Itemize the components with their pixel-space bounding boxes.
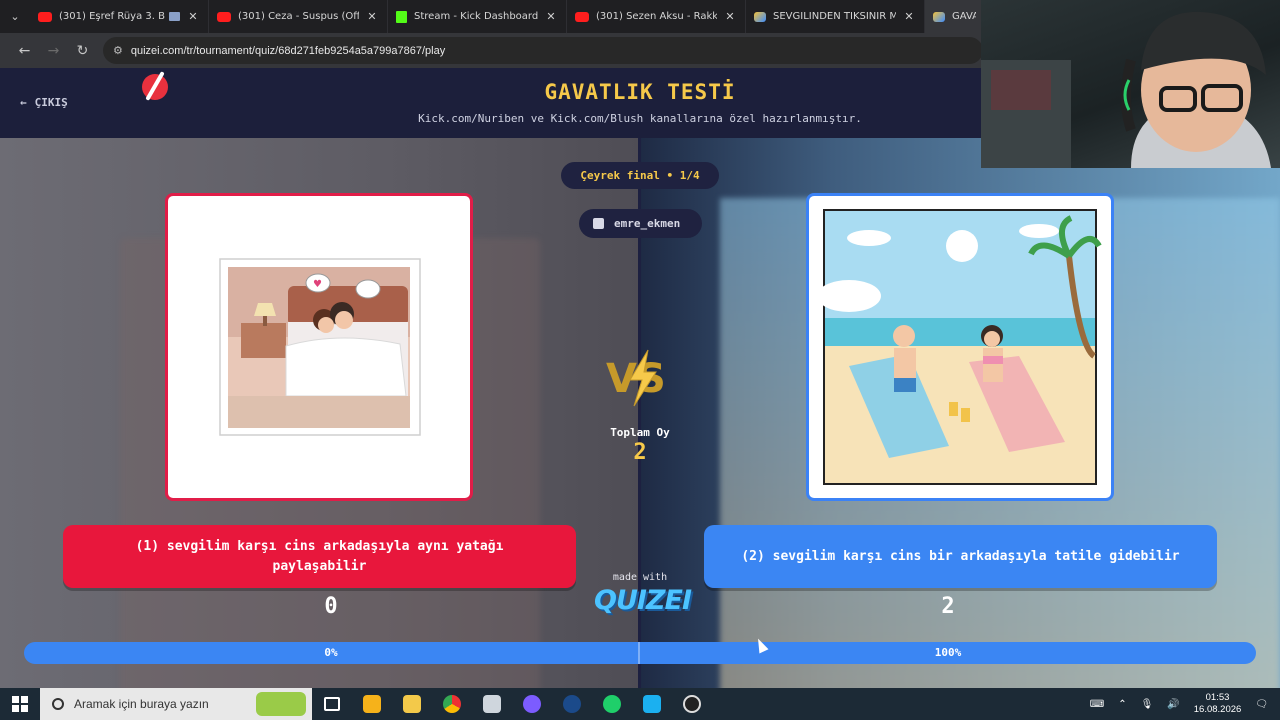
option-right-vote-count: 2: [941, 594, 955, 619]
versus-icon: VS: [606, 349, 666, 407]
taskbar-search-placeholder: Aramak için buraya yazın: [74, 697, 209, 711]
option-right-image-card[interactable]: [806, 193, 1114, 501]
windows-taskbar: Aramak için buraya yazın ⌨ ⌃ 🎙 🔊 01:53 1…: [0, 688, 1280, 720]
webcam-person-image: [981, 11, 1271, 168]
kick-user-icon: [593, 218, 604, 229]
total-votes-label: Toplam Oy: [610, 426, 670, 439]
search-highlight-image: [256, 692, 306, 716]
steam-icon[interactable]: [552, 688, 592, 720]
close-icon[interactable]: ✕: [365, 10, 379, 23]
webcam-overlay: [981, 0, 1280, 168]
total-votes-value: 2: [633, 440, 647, 465]
keyboard-icon[interactable]: ⌨: [1090, 699, 1104, 710]
clock[interactable]: 01:53 16.08.2026: [1194, 692, 1242, 716]
tab-title: (301) Ceza - Suspus (Official: [238, 11, 359, 22]
browser-tab[interactable]: (301) Ceza - Suspus (Official ✕: [209, 0, 388, 33]
tab-title: (301) Sezen Aksu - Rakkas (C: [596, 11, 717, 22]
microphone-icon[interactable]: 🎙: [1141, 699, 1154, 710]
tab-title: SEVGİLİNDEN TİKSİNİR MİSİN: [773, 11, 896, 22]
close-icon[interactable]: ✕: [902, 10, 916, 23]
tab-title: (301) Eşref Rüya 3. Bölüm: [59, 11, 165, 22]
close-icon[interactable]: ✕: [544, 10, 558, 23]
browser-tab[interactable]: (301) Eşref Rüya 3. Bölüm ✕: [30, 0, 209, 33]
quizei-icon: [933, 11, 945, 22]
browser-tab[interactable]: (301) Sezen Aksu - Rakkas (C ✕: [567, 0, 746, 33]
app-icon-ship[interactable]: [472, 688, 512, 720]
url-text: quizei.com/tr/tournament/quiz/68d271feb9…: [130, 44, 446, 57]
quiz-subtitle: Kick.com/Nuriben ve Kick.com/Blush kanal…: [418, 112, 862, 125]
obs-icon[interactable]: [672, 688, 712, 720]
chevron-up-icon[interactable]: ⌃: [1118, 699, 1126, 710]
chrome-icon[interactable]: [432, 688, 472, 720]
beach-couple-illustration: [817, 209, 1102, 485]
browser-tab[interactable]: Stream - Kick Dashboard ✕: [388, 0, 567, 33]
svg-text:♥: ♥: [313, 279, 322, 290]
quizei-brand-logo[interactable]: QUIZEI: [594, 585, 692, 616]
match-stage: Çeyrek final • 1/4 emre_ekmen ♥ Toplam O…: [0, 138, 1280, 688]
tab-search-button[interactable]: ⌄: [0, 0, 30, 33]
made-with-label: made with: [612, 572, 668, 583]
file-explorer-icon[interactable]: [392, 688, 432, 720]
start-button[interactable]: [0, 688, 40, 720]
search-icon: [52, 698, 64, 710]
username: emre_ekmen: [614, 217, 681, 230]
tab-media-icon: [169, 12, 180, 21]
chevron-down-icon: ⌄: [10, 10, 20, 23]
browser-tab-active[interactable]: GAVATL: [925, 0, 985, 33]
app-icon-green[interactable]: [592, 688, 632, 720]
youtube-icon: [38, 11, 52, 22]
browser-tab[interactable]: SEVGİLİNDEN TİKSİNİR MİSİN ✕: [746, 0, 925, 33]
site-info-icon[interactable]: ⚙: [113, 44, 123, 57]
back-arrow-icon[interactable]: ←: [10, 43, 39, 59]
user-badge: emre_ekmen: [579, 209, 702, 238]
discord-icon[interactable]: [512, 688, 552, 720]
windows-logo-icon: [12, 696, 28, 712]
taskbar-search-box[interactable]: Aramak için buraya yazın: [40, 688, 312, 720]
reload-icon[interactable]: ↻: [68, 43, 97, 59]
rockstar-launcher-icon[interactable]: [352, 688, 392, 720]
close-icon[interactable]: ✕: [723, 10, 737, 23]
forward-arrow-icon[interactable]: →: [39, 43, 68, 59]
battlenet-icon[interactable]: [632, 688, 672, 720]
system-tray: ⌨ ⌃ 🎙 🔊 01:53 16.08.2026 🗨: [1090, 692, 1280, 716]
quizei-icon: [754, 11, 766, 22]
option-right-button[interactable]: (2) sevgilim karşı cins bir arkadaşıyla …: [704, 525, 1217, 588]
speaker-icon[interactable]: 🔊: [1167, 699, 1179, 710]
kick-icon: [396, 10, 407, 23]
tab-title: GAVATL: [952, 11, 976, 22]
tab-title: Stream - Kick Dashboard: [414, 11, 538, 22]
clock-time: 01:53: [1205, 692, 1230, 703]
notification-icon[interactable]: 🗨: [1255, 699, 1268, 710]
youtube-icon: [217, 11, 231, 22]
bed-couple-illustration: ♥: [219, 258, 421, 436]
option-left-button[interactable]: (1) sevgilim karşı cins arkadaşıyla aynı…: [63, 525, 576, 588]
option-left-image-card[interactable]: ♥: [165, 193, 473, 501]
round-badge: Çeyrek final • 1/4: [561, 162, 719, 189]
task-view-icon[interactable]: [312, 688, 352, 720]
url-field[interactable]: ⚙ quizei.com/tr/tournament/quiz/68d271fe…: [103, 37, 983, 64]
youtube-icon: [575, 11, 589, 22]
option-right-percent: 100%: [934, 646, 962, 659]
option-left-vote-count: 0: [324, 594, 338, 619]
vote-progress-bar: 0% 100%: [24, 642, 1256, 664]
clock-date: 16.08.2026: [1193, 704, 1242, 715]
progress-divider: [638, 642, 640, 664]
close-icon[interactable]: ✕: [186, 10, 200, 23]
option-left-percent: 0%: [324, 646, 338, 659]
